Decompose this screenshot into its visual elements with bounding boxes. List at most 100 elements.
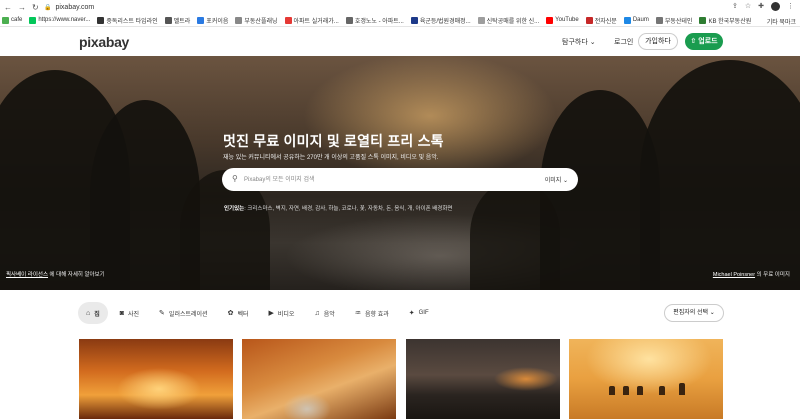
search-type-label: 이미지 <box>544 178 562 184</box>
editors-choice-select[interactable]: 편집자의 선택 ⌄ <box>664 304 724 322</box>
bookmark-item[interactable]: 중독리스트 타임라인 <box>97 16 158 25</box>
bookmark-favicon-icon <box>2 16 9 24</box>
chevron-down-icon: ⌄ <box>589 39 596 46</box>
hero-title: 멋진 무료 이미지 및 로열티 프리 스톡 <box>223 133 444 149</box>
other-bookmarks[interactable]: 기타 북마크 <box>767 17 796 26</box>
deer-silhouette <box>679 383 685 395</box>
image-thumbnail-deer-sunset[interactable] <box>569 339 723 419</box>
editors-choice-label: 편집자의 선택 <box>673 310 709 316</box>
tab-item[interactable]: ⌂ 집 <box>78 302 108 324</box>
bookmark-item[interactable]: 호갱노노 - 아파트... <box>345 16 404 25</box>
bookmark-label: 육군등/법원경매정... <box>419 18 471 25</box>
share-icon[interactable]: ⇪ <box>732 2 738 11</box>
lock-icon[interactable]: 🔒 <box>44 4 51 11</box>
menu-icon[interactable]: ⋮ <box>787 2 794 11</box>
bookmark-favicon-icon <box>164 16 172 24</box>
tab-icon: ◙ <box>119 309 124 317</box>
upload-label: 업로드 <box>698 38 718 45</box>
bookmark-label: https://www.naver... <box>38 17 91 23</box>
bookmark-item[interactable]: 신탁공매를 위한 신... <box>477 16 539 25</box>
browser-url-bar: ← → ↻ 🔒 pixabay.com ⇪ ☆ ✚ ⋮ <box>0 0 800 14</box>
search-input[interactable] <box>244 168 534 191</box>
upload-button[interactable]: ⇧ 업로드 <box>685 33 723 50</box>
credit-author-link[interactable]: Michael Poinsner <box>713 272 755 278</box>
bookmark-favicon-icon <box>197 16 205 24</box>
tab-icon: ✎ <box>159 310 165 317</box>
image-thumbnail-autumn-leaf-shell[interactable] <box>242 339 396 419</box>
bookmark-favicon-icon <box>29 16 37 24</box>
address-field[interactable]: pixabay.com <box>55 4 94 11</box>
bookmark-item[interactable]: 멜트라 <box>164 16 190 25</box>
tab-item[interactable]: ▶ 비디오 <box>260 302 302 324</box>
tab-item[interactable]: ✿ 벡터 <box>220 302 257 324</box>
bookmark-item[interactable]: 전자신문 <box>585 16 617 25</box>
login-link[interactable]: 로그인 <box>614 37 633 47</box>
tab-item[interactable]: ✦ GIF <box>401 302 437 324</box>
reload-icon[interactable]: ↻ <box>32 3 39 12</box>
hero-subtitle: 재능 있는 커뮤니티에서 공유하는 270만 개 이상의 고품질 스톡 이미지,… <box>223 155 439 161</box>
bookmark-item[interactable]: 부동산테인 <box>655 16 693 25</box>
search-bar: ⚲ 이미지 ⌄ <box>222 168 578 191</box>
tab-label: 집 <box>94 311 100 318</box>
bookmark-favicon-icon <box>235 16 243 24</box>
bookmark-favicon-icon <box>655 16 663 24</box>
search-icon[interactable]: ⚲ <box>232 174 242 184</box>
search-type-select[interactable]: 이미지 ⌄ <box>545 175 568 184</box>
tab-item[interactable]: ✎ 일러스트레이션 <box>151 302 216 324</box>
bookmark-label: 전자신문 <box>594 18 617 25</box>
tab-label: GIF <box>418 310 429 316</box>
bookmark-item[interactable]: cafe <box>2 16 23 24</box>
chevron-down-icon: ⌄ <box>562 178 568 184</box>
credit-text: 의 무료 이미지 <box>755 272 790 278</box>
deer-silhouette <box>637 386 643 395</box>
image-thumbnail-sunset-clouds[interactable] <box>79 339 233 419</box>
browser-actions: ⇪ ☆ ✚ ⋮ <box>732 2 794 11</box>
tab-icon: ✦ <box>408 310 415 317</box>
bookmark-favicon-icon <box>546 16 554 24</box>
join-button[interactable]: 가입하다 <box>638 33 678 50</box>
bookmark-favicon-icon <box>284 16 292 24</box>
bookmark-item[interactable]: 아파트 실거래가... <box>284 16 339 25</box>
bookmark-label: 포커이음 <box>206 18 229 25</box>
license-text: 에 대해 자세히 알아보기 <box>48 272 105 278</box>
popular-label: 인기있는 <box>224 206 245 212</box>
pixabay-logo[interactable]: pixabay <box>79 34 129 50</box>
bookmark-item[interactable]: 포커이음 <box>197 16 228 25</box>
hero-banner: 멋진 무료 이미지 및 로열티 프리 스톡 재능 있는 커뮤니티에서 공유하는 … <box>0 56 800 290</box>
tab-icon: ▶ <box>268 310 274 317</box>
bookmark-label: 아파트 실거래가... <box>293 18 339 25</box>
extensions-icon[interactable]: ✚ <box>758 2 764 11</box>
license-link[interactable]: 픽사베이 라이선스 <box>6 272 48 278</box>
tab-label: 사진 <box>128 311 140 318</box>
tree-silhouette <box>470 180 560 290</box>
bookmark-item[interactable]: Daum <box>623 16 649 24</box>
bookmark-favicon-icon <box>97 16 105 24</box>
bookmark-item[interactable]: 육군등/법원경매정... <box>410 16 471 25</box>
bookmark-label: cafe <box>11 17 23 23</box>
bookmark-label: 호갱노노 - 아파트... <box>354 18 404 25</box>
tab-item[interactable]: ♫ 음악 <box>306 302 342 324</box>
bookmark-item[interactable]: KB 한국부동산원 <box>699 16 751 25</box>
popular-terms[interactable]: : 크리스마스, 벽지, 자연, 배경, 감사, 하늘, 코로나, 꽃, 자동차… <box>244 206 452 212</box>
bookmarks-bar: cafe https://www.naver... 중독리스트 타임라인 멜트라 포커이… <box>0 14 800 27</box>
star-icon[interactable]: ☆ <box>745 2 751 11</box>
chevron-down-icon: ⌄ <box>709 310 715 316</box>
tab-item[interactable]: ♒ 음향 효과 <box>347 302 397 324</box>
tab-item[interactable]: ◙ 사진 <box>112 302 147 324</box>
deer-silhouette <box>659 386 665 395</box>
profile-avatar[interactable] <box>771 2 780 11</box>
bookmark-item[interactable]: https://www.naver... <box>29 16 91 24</box>
bookmark-label: 부동산테인 <box>664 18 693 25</box>
deer-silhouette <box>609 386 615 395</box>
media-tabs: ⌂ 집 ◙ 사진 ✎ 일러스트레이션 ✿ 벡터 ▶ 비디오 ♫ 음악 ♒ 음향 효과 ✦ GIF <box>78 302 441 324</box>
back-icon[interactable]: ← <box>4 3 12 12</box>
image-credit: Michael Poinsner 의 무료 이미지 <box>713 270 790 278</box>
bookmark-item[interactable]: 부동산플래닝 <box>235 16 278 25</box>
image-thumbnail-dark-sky[interactable] <box>406 339 560 419</box>
tab-icon: ⌂ <box>86 309 91 317</box>
tab-icon: ✿ <box>227 310 234 317</box>
bookmark-label: KB 한국부동산원 <box>708 18 752 25</box>
explore-menu[interactable]: 탐구하다 ⌄ <box>562 37 596 47</box>
bookmark-item[interactable]: YouTube <box>546 16 579 24</box>
forward-icon[interactable]: → <box>18 3 26 12</box>
